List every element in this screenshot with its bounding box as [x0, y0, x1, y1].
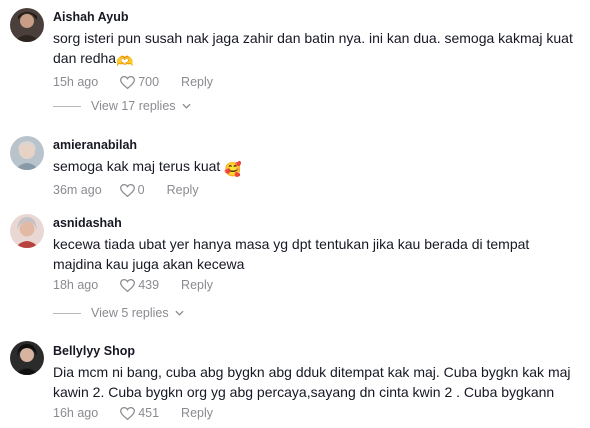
comment-time: 15h ago: [53, 75, 99, 89]
like-count: 700: [138, 75, 160, 89]
comment-text-content: semoga kak maj terus kuat: [53, 158, 221, 174]
view-replies-label: View 17 replies: [91, 99, 176, 113]
reply-button[interactable]: Reply: [181, 405, 213, 421]
comment-meta: 36m ago 0 Reply: [53, 182, 582, 198]
comment-username[interactable]: Aishah Ayub: [53, 9, 582, 25]
view-replies-button[interactable]: View 5 replies: [53, 306, 184, 320]
comment-username[interactable]: asnidashah: [53, 215, 582, 231]
divider-line: [53, 105, 81, 107]
like-button[interactable]: 439: [120, 277, 159, 293]
avatar[interactable]: [10, 214, 44, 248]
like-count: 451: [138, 406, 160, 420]
like-count: 0: [137, 183, 145, 197]
comment-username[interactable]: amieranabilah: [53, 137, 582, 153]
reply-button[interactable]: Reply: [181, 74, 213, 90]
heart-outline-icon: [120, 278, 136, 292]
avatar[interactable]: [10, 8, 44, 42]
heart-outline-icon: [119, 183, 135, 197]
comment-time: 36m ago: [53, 183, 102, 197]
like-button[interactable]: 700: [120, 74, 159, 90]
comment-username[interactable]: Bellylyy Shop: [53, 343, 582, 359]
comment-text: kecewa tiada ubat yer hanya masa yg dpt …: [53, 236, 530, 272]
avatar[interactable]: [10, 136, 44, 170]
comment-time: 18h ago: [53, 278, 99, 292]
comment-text: sorg isteri pun susah nak jaga zahir dan…: [53, 28, 582, 71]
reply-button[interactable]: Reply: [167, 182, 199, 198]
comment-meta: 15h ago 700 Reply: [53, 74, 582, 90]
view-replies-label: View 5 replies: [91, 306, 169, 320]
divider-line: [53, 312, 81, 314]
heart-outline-icon: [120, 406, 136, 420]
avatar[interactable]: [10, 341, 44, 375]
like-button[interactable]: 0: [119, 182, 145, 198]
comment-meta: 18h ago 439 Reply: [53, 277, 582, 293]
comment-meta: 16h ago 451 Reply: [53, 405, 582, 421]
smiling-hearts-emoji-icon: 🥰: [224, 161, 242, 177]
comment-text: semoga kak maj terus kuat 🥰: [53, 156, 582, 179]
heart-hands-emoji-icon: 🫶: [116, 53, 134, 69]
comment-text: Dia mcm ni bang, cuba abg bygkn abg dduk…: [53, 364, 571, 400]
like-count: 439: [138, 278, 160, 292]
comment-time: 16h ago: [53, 406, 99, 420]
reply-button[interactable]: Reply: [181, 277, 213, 293]
like-button[interactable]: 451: [120, 405, 159, 421]
chevron-down-icon: [175, 310, 184, 316]
heart-outline-icon: [120, 75, 136, 89]
view-replies-button[interactable]: View 17 replies: [53, 99, 191, 113]
chevron-down-icon: [181, 103, 191, 109]
